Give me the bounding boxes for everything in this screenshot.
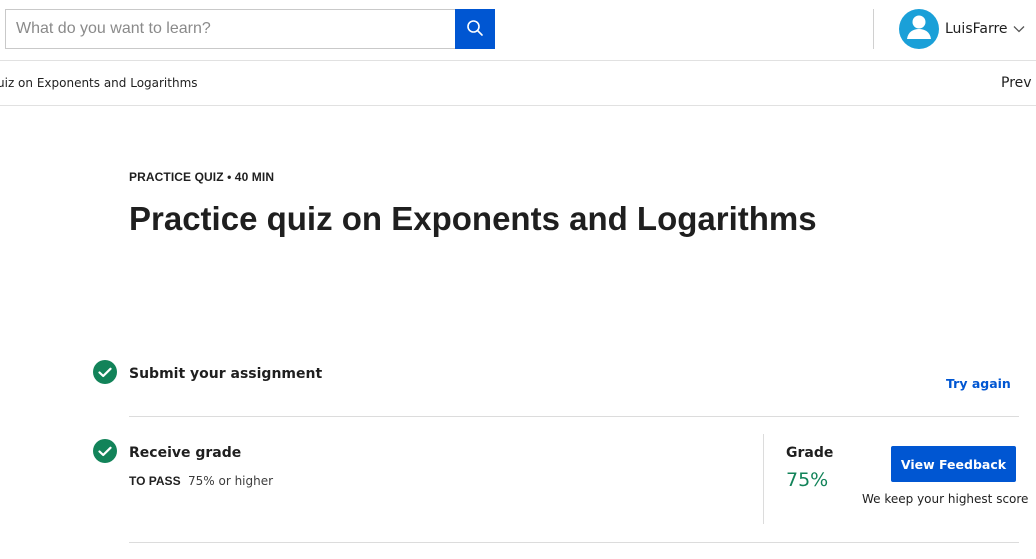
search-icon [466, 19, 484, 40]
pass-label: TO PASS [129, 474, 181, 488]
top-bar: LuisFarre [0, 0, 1036, 61]
grade-label: Grade [786, 445, 834, 461]
prev-link[interactable]: Prev [1001, 75, 1032, 91]
page-title: Practice quiz on Exponents and Logarithm… [129, 200, 817, 237]
header-divider [873, 9, 874, 49]
try-again-link[interactable]: Try again [946, 376, 1011, 391]
quiz-kicker: PRACTICE QUIZ • 40 MIN [129, 170, 275, 184]
search-button[interactable] [455, 9, 495, 49]
grade-step-title: Receive grade [129, 445, 242, 461]
breadcrumb-bar: uiz on Exponents and Logarithms Prev [0, 61, 1036, 106]
check-icon [93, 360, 117, 384]
user-name[interactable]: LuisFarre [945, 21, 1008, 37]
divider [129, 542, 1019, 543]
user-menu[interactable]: LuisFarre [899, 9, 1025, 49]
grade-divider [763, 434, 764, 524]
chevron-down-icon[interactable] [1013, 25, 1025, 33]
view-feedback-button[interactable]: View Feedback [891, 446, 1016, 482]
breadcrumb[interactable]: uiz on Exponents and Logarithms [0, 76, 198, 90]
user-icon [899, 9, 939, 49]
submit-step-title: Submit your assignment [129, 366, 323, 382]
check-icon [93, 439, 117, 463]
grade-value: 75% [786, 469, 829, 491]
search-box [5, 9, 456, 49]
pass-value: 75% or higher [188, 474, 274, 488]
avatar[interactable] [899, 9, 939, 49]
divider [129, 416, 1019, 417]
highest-score-note: We keep your highest score [862, 492, 1029, 506]
search-input[interactable] [6, 10, 456, 48]
